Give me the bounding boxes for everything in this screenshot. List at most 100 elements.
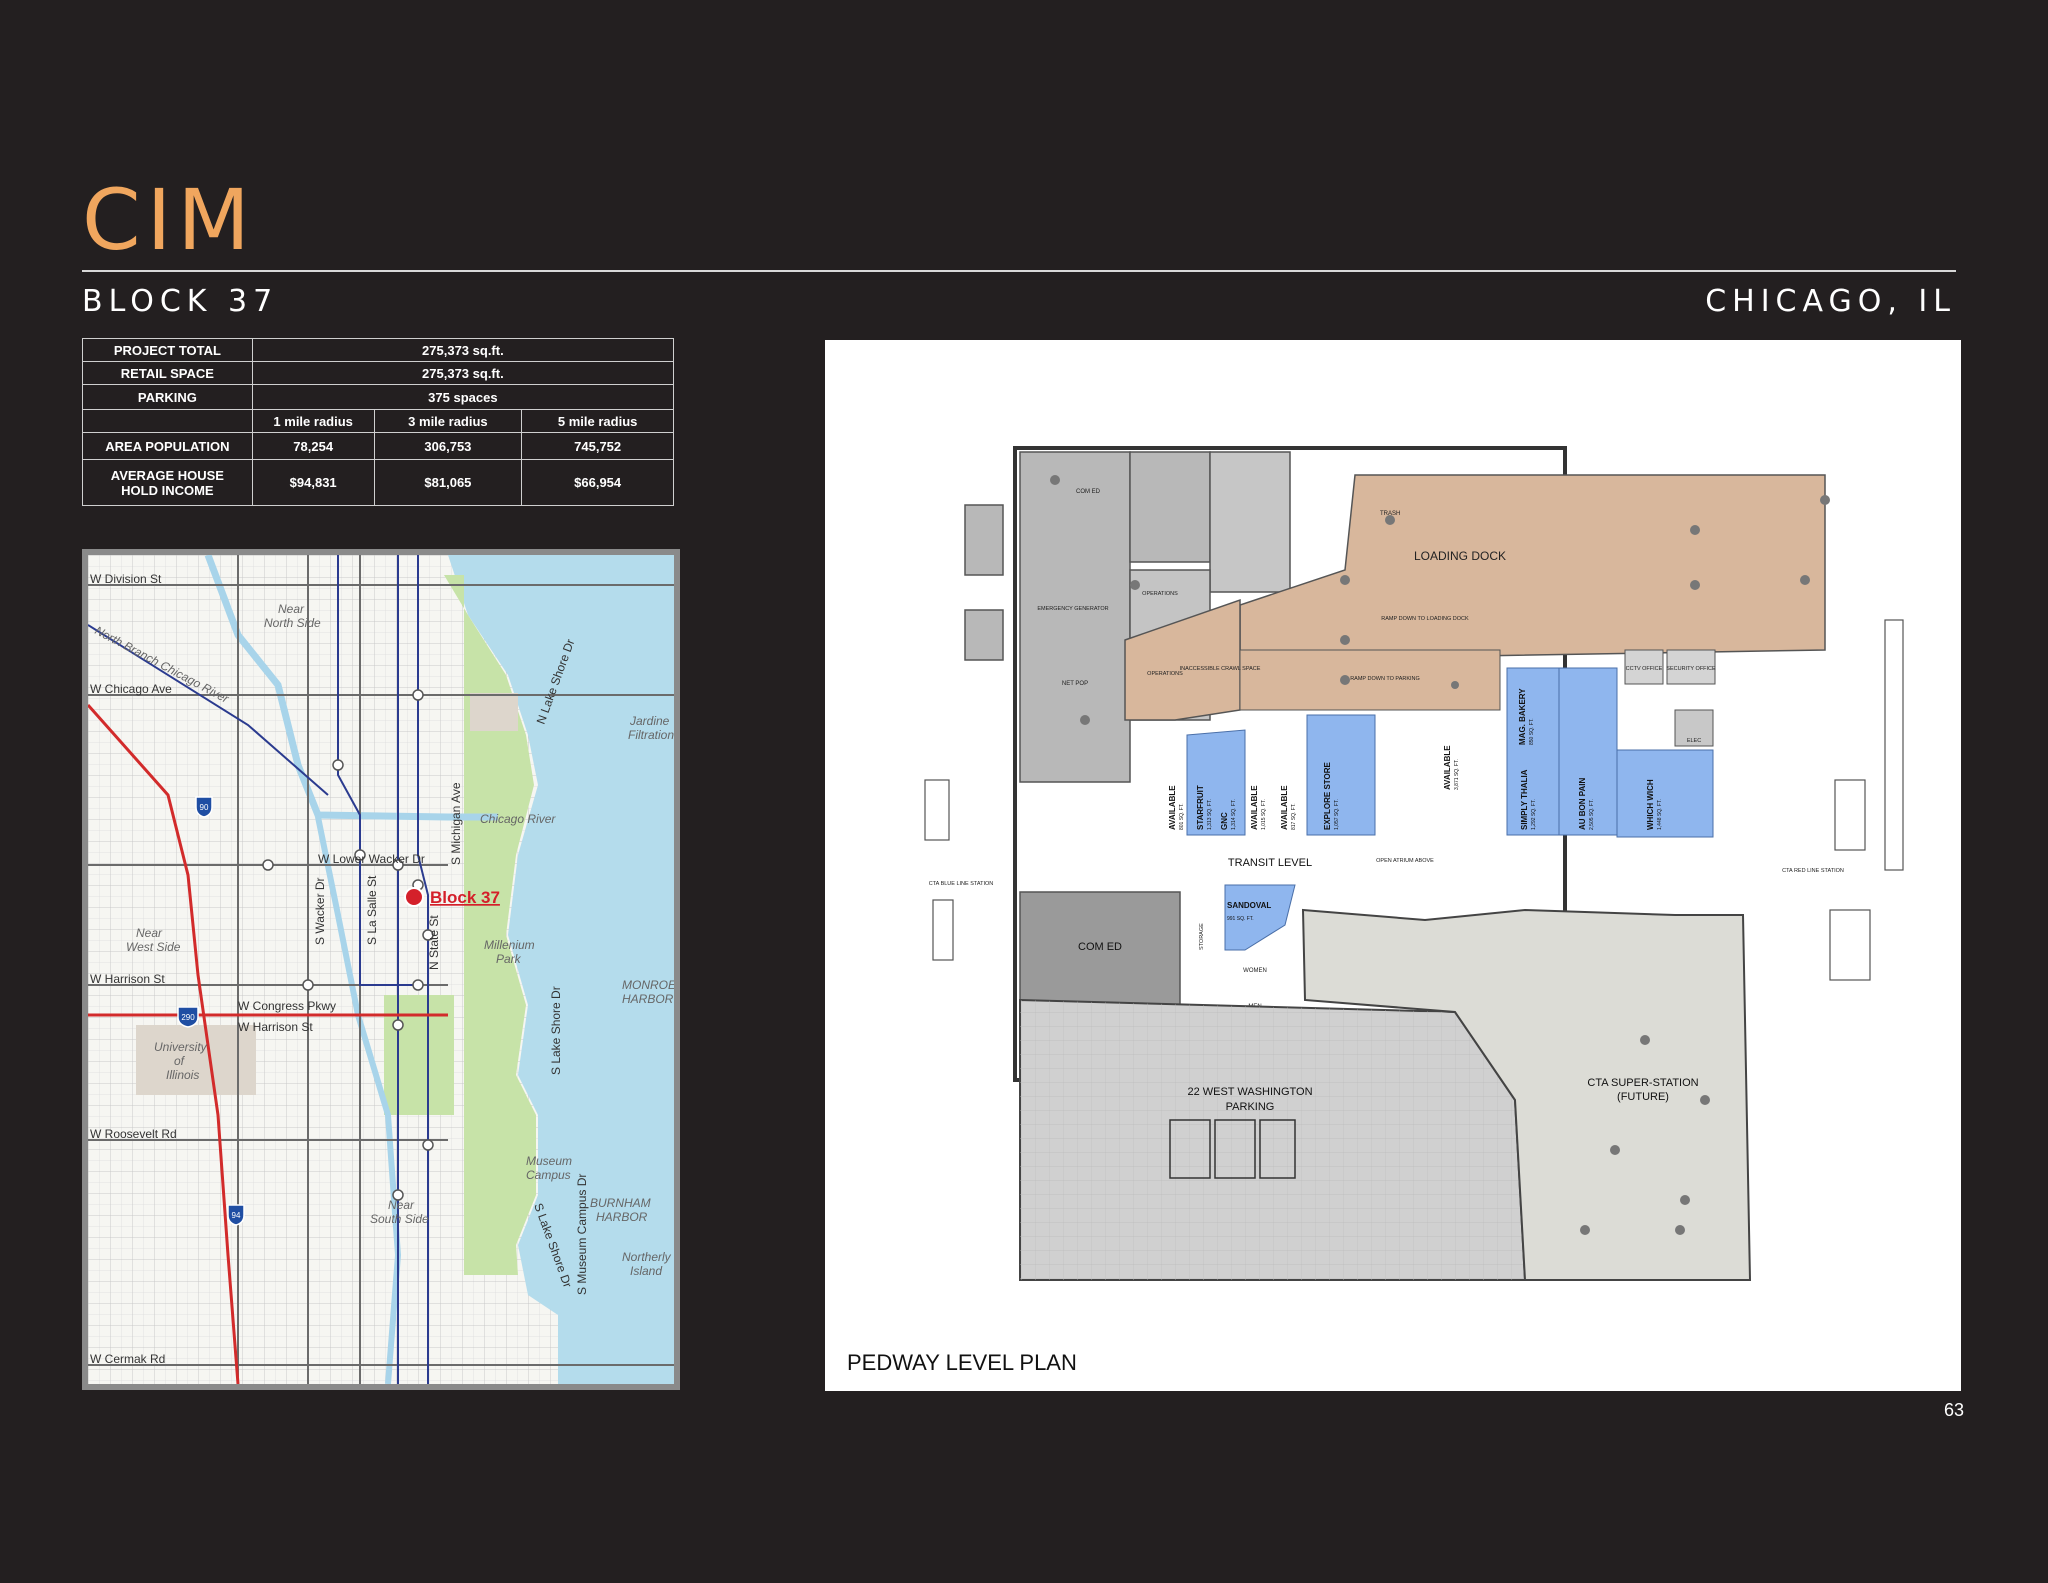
parking-label: 22 WEST WASHINGTON (1187, 1086, 1312, 1098)
loading-dock (1239, 474, 1826, 661)
place-label: BURNHAM (590, 1196, 651, 1210)
street-label: W Division St (90, 572, 162, 586)
tenant-label: AU BON PAIN (1578, 777, 1587, 830)
cta-station-label: (FUTURE) (1617, 1091, 1669, 1103)
population-1mi: 78,254 (251, 432, 375, 460)
radius-header-3: 3 mile radius (373, 409, 523, 433)
tenant-area: 1,015 SQ. FT. (1261, 799, 1267, 830)
parking-label: PARKING (1226, 1101, 1275, 1113)
ramp-label: RAMP DOWN TO LOADING DOCK (1381, 616, 1469, 622)
com-ed-small-label: COM ED (1076, 489, 1101, 495)
atrium-label: OPEN ATRIUM ABOVE (1376, 858, 1434, 864)
income-1mi: $94,831 (251, 459, 375, 506)
navy-pier-area (470, 693, 518, 731)
street-label: W Roosevelt Rd (90, 1127, 177, 1141)
tenant-label: AVAILABLE (1280, 785, 1289, 830)
location-title: CHICAGO, IL (1705, 284, 1956, 319)
tenant-space-explore-store (1306, 714, 1376, 836)
tenant-area: 991 SQ. FT. (1227, 916, 1254, 922)
place-label: Illinois (166, 1068, 199, 1082)
place-label: Filtration (628, 728, 674, 742)
transit-level-label: TRANSIT LEVEL (1228, 857, 1312, 869)
grant-park (384, 995, 454, 1115)
cctv-label: CCTV OFFICE (1626, 666, 1663, 672)
tenant-area: 850 SQ. FT. (1529, 718, 1535, 745)
population-5mi: 745,752 (521, 432, 674, 460)
map-canvas: Block 37 90 290 94 W Division St W Chica… (88, 555, 674, 1384)
floor-plan: LOADING DOCK RAMP DOWN TO LOADING DOCK R… (847, 446, 1904, 1375)
population-3mi: 306,753 (373, 432, 523, 460)
svg-text:94: 94 (232, 1211, 241, 1220)
street-label: S La Salle St (365, 875, 379, 945)
tenant-space-au-bon-pain (1558, 667, 1618, 836)
interstate-90-shield: 90 (195, 796, 213, 818)
tenant-label: AVAILABLE (1250, 785, 1259, 830)
population-label: AREA POPULATION (82, 432, 253, 460)
place-label: MONROE (622, 978, 674, 992)
svg-text:290: 290 (181, 1013, 195, 1022)
retail-space-label: RETAIL SPACE (82, 361, 253, 385)
stats-table: PROJECT TOTAL 275,373 sq.ft. RETAIL SPAC… (82, 338, 675, 506)
com-ed-label: COM ED (1078, 941, 1122, 953)
place-label: of (174, 1054, 186, 1068)
project-total-value: 275,373 sq.ft. (251, 338, 675, 362)
street-label: W Lower Wacker Dr (318, 852, 425, 866)
interstate-94-shield: 94 (227, 1204, 245, 1226)
project-total-label: PROJECT TOTAL (82, 338, 253, 362)
place-label: Island (630, 1264, 662, 1278)
tenant-area: 2,505 SQ. FT. (1589, 799, 1595, 830)
place-label: Chicago River (480, 812, 556, 826)
tenant-label: GNC (1220, 812, 1229, 830)
place-label: Near (136, 926, 163, 940)
header-rule (82, 270, 1956, 272)
tenant-label: SIMPLY THALIA (1520, 769, 1529, 830)
tenant-area: 1,314 SQ. FT. (1231, 799, 1237, 830)
generator-label: EMERGENCY GENERATOR (1037, 606, 1108, 612)
place-label: University (154, 1040, 208, 1054)
tenant-area: 1,448 SQ. FT. (1657, 799, 1663, 830)
street-label: S Museum Campus Dr (575, 1174, 589, 1295)
street-label: W Harrison St (238, 1020, 313, 1034)
tenant-area: 801 SQ. FT. (1179, 803, 1185, 830)
svg-text:90: 90 (200, 803, 209, 812)
ramp-label: RAMP DOWN TO PARKING (1350, 676, 1420, 682)
street-label: W Congress Pkwy (238, 999, 336, 1013)
cim-logo: CIM (82, 171, 256, 269)
street-label: W Harrison St (90, 972, 165, 986)
elec-label: ELEC (1687, 738, 1701, 744)
cta-red-label: CTA RED LINE STATION (1782, 868, 1844, 874)
place-label: West Side (126, 940, 181, 954)
cta-blue-label: CTA BLUE LINE STATION (929, 881, 994, 887)
tenant-area: 1,292 SQ. FT. (1531, 799, 1537, 830)
street-label: S Lake Shore Dr (549, 986, 563, 1075)
property-title: BLOCK 37 (82, 284, 279, 319)
street-label: W Chicago Ave (90, 682, 172, 696)
service-core (1019, 451, 1131, 783)
place-label: HARBOR (596, 1210, 648, 1224)
net-pop-label: NET POP (1062, 681, 1088, 687)
tenant-area: 1,313 SQ. FT. (1207, 799, 1213, 830)
street-label: N State St (427, 915, 441, 970)
place-label: North Side (264, 616, 321, 630)
radius-header-5: 5 mile radius (521, 409, 674, 433)
empty-header-cell (82, 409, 253, 433)
street-label: W Cermak Rd (90, 1352, 165, 1366)
women-label: WOMEN (1243, 968, 1267, 974)
income-5mi: $66,954 (521, 459, 674, 506)
block-37-marker (404, 887, 424, 907)
operations-label: OPERATIONS (1142, 591, 1178, 597)
tenant-area: 1,057 SQ. FT. (1334, 799, 1340, 830)
location-map: Block 37 90 290 94 W Division St W Chica… (82, 549, 680, 1390)
plan-caption: PEDWAY LEVEL PLAN (847, 1350, 1077, 1375)
parking-label: PARKING (82, 384, 253, 410)
income-label: AVERAGE HOUSE HOLD INCOME (82, 459, 253, 506)
crawl-space-label: INACCESSIBLE CRAWL SPACE (1180, 666, 1261, 672)
place-label: South Side (370, 1212, 429, 1226)
security-label: SECURITY OFFICE (1666, 666, 1716, 672)
interstate-290-shield: 290 (177, 1006, 199, 1028)
tenant-label: AVAILABLE (1168, 785, 1177, 830)
tenant-label: AVAILABLE (1443, 745, 1452, 790)
tenant-label: MAG. BAKERY (1518, 688, 1527, 745)
retail-space-value: 275,373 sq.ft. (251, 361, 675, 385)
tenant-area: 3,871 SQ. FT. (1454, 759, 1460, 790)
